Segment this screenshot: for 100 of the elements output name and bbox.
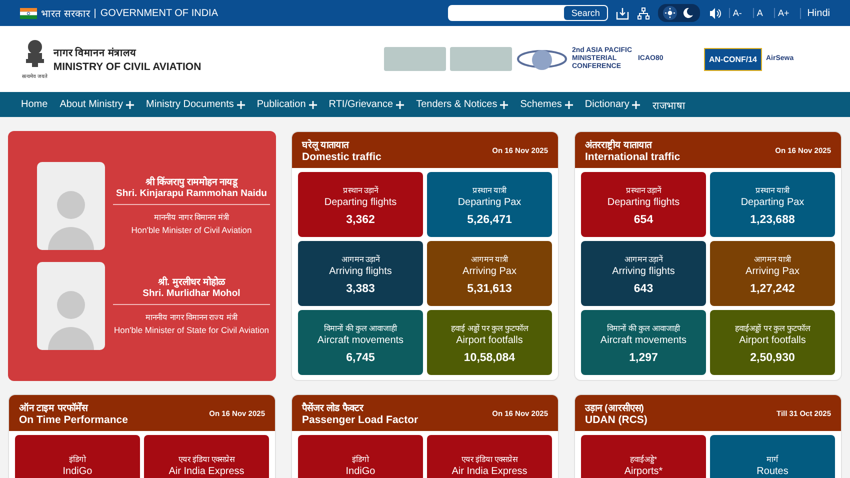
stat-tile[interactable]: हवाई अड्डों पर कुल फुटफॉल Airport footfalls 10,58,084 (427, 310, 552, 375)
stat-tile[interactable]: इंडिगो IndiGo (15, 435, 140, 478)
stat-tile[interactable]: आगमन उड़ानें Arriving flights 643 (581, 241, 706, 306)
plus-icon (564, 100, 573, 108)
tile-english-label: Departing Pax (456, 196, 522, 208)
tile-value: 1,297 (628, 352, 659, 364)
tile-value: 1,23,688 (749, 214, 796, 226)
tile-value: 3,383 (345, 282, 376, 294)
minister-hindi-name: श्री किंजरापु राममोहन नायडू (144, 175, 239, 188)
plus-icon (396, 100, 404, 108)
tile-value: 5,26,471 (466, 214, 513, 226)
tile-english-label: Departing flights (606, 196, 681, 208)
tile-hindi-label: इंडिगो (351, 454, 370, 464)
stat-tile[interactable]: इंडिगो IndiGo (298, 435, 423, 478)
tile-value: 1,27,242 (749, 282, 796, 294)
tile-value: 10,58,084 (462, 352, 516, 364)
tile-english-label: Air India Express (450, 466, 528, 477)
plus-icon (236, 100, 245, 108)
minister-english-role: Hon'ble Minister of State for Civil Aviation (113, 324, 270, 337)
tile-english-label: IndiGo (344, 466, 376, 477)
stat-tile[interactable]: प्रस्थान यात्री Departing Pax 5,26,471 (427, 172, 552, 237)
stat-tile[interactable]: हवाईअड्डे* Airports* (581, 435, 706, 478)
search-field[interactable]: Search (448, 5, 608, 21)
stat-tile[interactable]: प्रस्थान उड़ानें Departing flights 3,362 (298, 172, 423, 237)
stat-tile[interactable]: एयर इंडिया एक्सप्रेस Air India Express (144, 435, 269, 478)
nav-link[interactable]: Home (21, 99, 48, 110)
conference-logo[interactable]: AN-CONF/14 (704, 48, 762, 70)
nav-link[interactable]: Tenders & Notices (416, 99, 508, 110)
tile-hindi-label: आगमन यात्री (470, 254, 510, 264)
stat-tile[interactable]: प्रस्थान उड़ानें Departing flights 654 (581, 172, 706, 237)
card-hindi-title: पैसेंजर लोड फैक्टर (302, 401, 365, 414)
card-hindi-title: अंतरराष्ट्रीय यातायात (585, 138, 654, 150)
nav-link[interactable]: Schemes (520, 99, 573, 110)
tile-english-label: Airport footfalls (455, 334, 524, 346)
moon-theme-button[interactable] (680, 6, 695, 20)
tile-hindi-label: आगमन उड़ानें (623, 254, 664, 264)
tile-english-label: Arriving Pax (744, 266, 800, 276)
card-hindi-title: उड़ान (आरसीएस) (585, 401, 645, 414)
tile-hindi-label: प्रस्थान यात्री (471, 184, 508, 194)
tile-hindi-label: हवाई अड्डों पर कुल फुटफॉल (450, 322, 530, 332)
tile-english-label: Departing Pax (740, 196, 806, 208)
plus-icon (632, 100, 640, 108)
stat-tile[interactable]: प्रस्थान यात्री Departing Pax 1,23,688 (710, 172, 835, 237)
sun-theme-button[interactable] (662, 6, 677, 20)
nav-link[interactable]: Publication (256, 99, 317, 110)
card-english-title: On Time Performance (19, 414, 129, 426)
font-size-button[interactable]: A (752, 8, 766, 18)
search-button[interactable]: Search (564, 6, 607, 20)
card-english-title: Domestic traffic (302, 150, 382, 162)
nav-link[interactable]: Ministry Documents (146, 99, 245, 110)
nav-link[interactable]: About Ministry (60, 99, 134, 110)
tile-hindi-label: मार्ग (766, 454, 780, 464)
stat-tile[interactable]: विमानों की कुल आवाजाही Aircraft movements 1,297 (581, 310, 706, 375)
card-english-title: Passenger Load Factor (302, 414, 420, 426)
tile-english-label: Aircraft movements (316, 334, 405, 346)
tile-hindi-label: प्रस्थान यात्री (754, 184, 791, 194)
tile-english-label: Air India Express (168, 466, 246, 477)
ministry-hindi-name: नागर विमानन मंत्रालय (53, 46, 138, 59)
font-size-button[interactable]: A- (728, 8, 745, 18)
tile-hindi-label: प्रस्थान उड़ानें (624, 184, 662, 194)
india-flag-icon (20, 8, 37, 18)
minister-english-role: Hon'ble Minister of Civil Aviation (130, 224, 253, 237)
card-english-title: UDAN (RCS) (585, 414, 648, 426)
tile-hindi-label: इंडिगो (68, 454, 88, 464)
stat-tile[interactable]: मार्ग Routes (710, 435, 835, 478)
nav-link[interactable]: राजभाषा (652, 98, 686, 112)
nav-link[interactable]: Dictionary (584, 99, 640, 110)
tile-english-label: Departing flights (323, 196, 398, 208)
stat-tile[interactable]: एयर इंडिया एक्सप्रेस Air India Express (427, 435, 552, 478)
stat-tile[interactable]: विमानों की कुल आवाजाही Aircraft movements 6,745 (298, 310, 423, 375)
tile-hindi-label: एयर इंडिया एक्सप्रेस (177, 454, 236, 464)
tile-english-label: Airport footfalls (738, 334, 807, 346)
stat-tile[interactable]: आगमन यात्री Arriving Pax 1,27,242 (710, 241, 835, 306)
tile-english-label: Routes (756, 466, 790, 477)
government-hindi-label: भारत सरकार (41, 8, 90, 20)
language-link[interactable]: Hindi (800, 8, 830, 18)
plus-icon (308, 100, 317, 108)
tile-hindi-label: हवाईअड्डे* (628, 454, 658, 464)
separator-text: | (94, 8, 96, 18)
minister-hindi-role: माननीय नागर विमानन मंत्री (153, 212, 230, 222)
nav-link[interactable]: RTI/Grievance (328, 99, 404, 110)
stat-tile[interactable]: हवाईअड्डों पर कुल फुटफॉल Airport footfalls 2,50,930 (710, 310, 835, 375)
tile-value: 2,50,930 (749, 352, 796, 364)
tile-english-label: Arriving flights (328, 266, 393, 276)
tile-english-label: Arriving Pax (462, 266, 518, 276)
stat-tile[interactable]: आगमन यात्री Arriving Pax 5,31,613 (427, 241, 552, 306)
tile-value: 654 (632, 214, 654, 226)
stat-tile[interactable]: आगमन उड़ानें Arriving flights 3,383 (298, 241, 423, 306)
tile-hindi-label: एयर इंडिया एक्सप्रेस (460, 454, 519, 464)
tile-value: 5,31,613 (466, 282, 513, 294)
tile-hindi-label: विमानों की कुल आवाजाही (323, 322, 398, 332)
font-size-button[interactable]: A+ (774, 8, 792, 18)
tile-hindi-label: आगमन यात्री (752, 254, 792, 264)
tile-english-label: IndiGo (62, 466, 94, 477)
tile-hindi-label: विमानों की कुल आवाजाही (606, 322, 682, 332)
card-hindi-title: ऑन टाइम परफॉर्मेंस (19, 401, 90, 414)
card-english-title: International traffic (585, 150, 682, 162)
plus-icon (126, 100, 134, 108)
tile-english-label: Aircraft movements (599, 334, 688, 346)
download-icon (616, 6, 629, 20)
